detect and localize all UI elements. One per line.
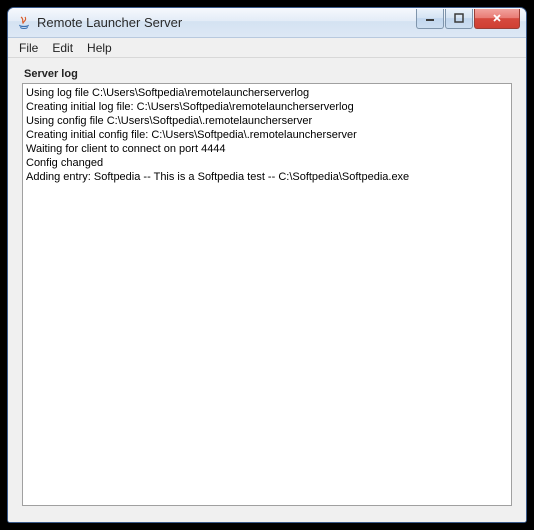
menubar: File Edit Help <box>8 38 526 58</box>
window-controls <box>415 9 526 29</box>
menu-file[interactable]: File <box>12 39 45 57</box>
menu-help[interactable]: Help <box>80 39 119 57</box>
app-window: Remote Launcher Server File Edit Help Se… <box>7 7 527 523</box>
maximize-button[interactable] <box>445 9 473 29</box>
client-area: Server log Using log file C:\Users\Softp… <box>8 58 526 522</box>
close-button[interactable] <box>474 9 520 29</box>
server-log-box[interactable]: Using log file C:\Users\Softpedia\remote… <box>22 83 512 506</box>
log-line: Waiting for client to connect on port 44… <box>26 142 508 156</box>
titlebar[interactable]: Remote Launcher Server <box>8 8 526 38</box>
log-line: Config changed <box>26 156 508 170</box>
window-title: Remote Launcher Server <box>37 15 415 30</box>
log-line: Using log file C:\Users\Softpedia\remote… <box>26 86 508 100</box>
log-line: Adding entry: Softpedia -- This is a Sof… <box>26 170 508 184</box>
menu-edit[interactable]: Edit <box>45 39 80 57</box>
server-log-label: Server log <box>24 68 512 80</box>
minimize-button[interactable] <box>416 9 444 29</box>
log-line: Creating initial config file: C:\Users\S… <box>26 128 508 142</box>
java-app-icon <box>16 15 32 31</box>
log-line: Using config file C:\Users\Softpedia\.re… <box>26 114 508 128</box>
log-line: Creating initial log file: C:\Users\Soft… <box>26 100 508 114</box>
